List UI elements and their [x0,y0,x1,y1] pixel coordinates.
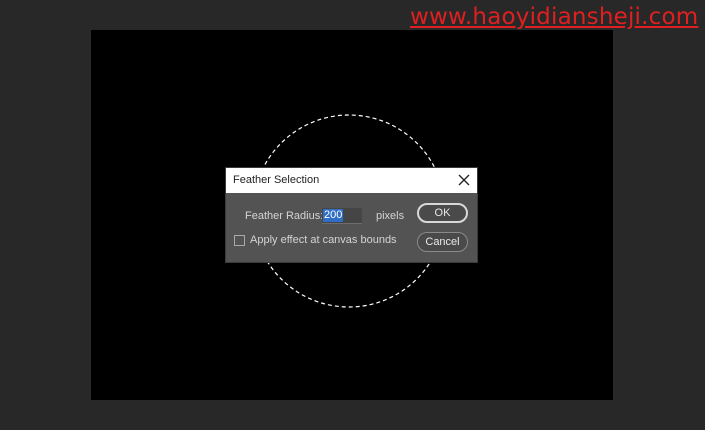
canvas-bounds-checkbox[interactable] [234,235,245,246]
feather-selection-dialog: Feather Selection Feather Radius: 200 pi… [226,168,477,262]
dialog-title: Feather Selection [233,174,320,186]
feather-radius-input[interactable]: 200 [322,208,362,224]
ok-button[interactable]: OK [417,203,468,223]
cancel-button[interactable]: Cancel [417,232,468,252]
close-icon[interactable] [457,173,471,187]
dialog-titlebar: Feather Selection [226,168,477,193]
feather-radius-value: 200 [323,209,344,222]
pixels-unit-label: pixels [376,210,405,222]
watermark-link[interactable]: www.haoyidiansheji.com [410,4,698,30]
canvas-bounds-label: Apply effect at canvas bounds [250,234,397,246]
feather-radius-label: Feather Radius: [245,210,324,222]
